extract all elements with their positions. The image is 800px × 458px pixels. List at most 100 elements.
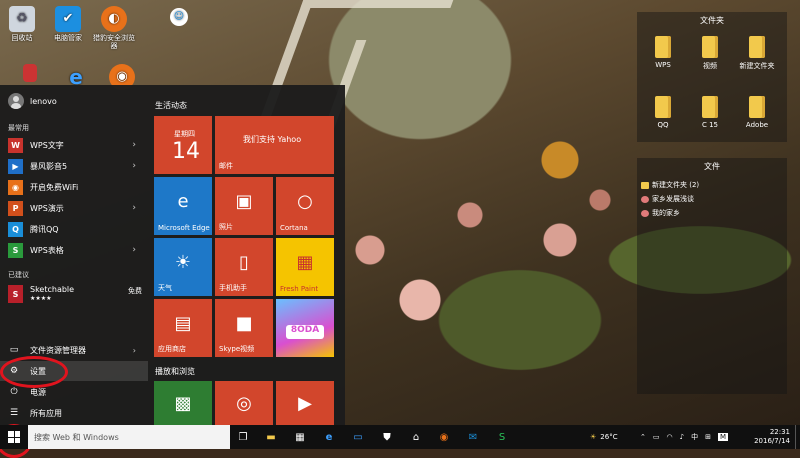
- chevron-right-icon[interactable]: ›: [132, 161, 136, 171]
- all-apps-item[interactable]: ☰ 所有应用: [0, 403, 148, 423]
- annotation-circle-settings: [0, 356, 68, 388]
- folder-video[interactable]: 视频: [690, 36, 730, 71]
- folder-icon: [655, 36, 671, 58]
- chevron-up-icon[interactable]: ⌃: [640, 433, 646, 441]
- battery-icon[interactable]: ▭: [653, 433, 660, 441]
- free-badge: 免费: [128, 287, 142, 295]
- folder-icon: [749, 96, 765, 118]
- fence-files: 文件 新建文件夹 (2) 家乡发展浅谈 我的家乡: [637, 158, 787, 394]
- weather-tray[interactable]: ☀ 26°C: [590, 425, 618, 449]
- tile-movies[interactable]: ▶: [276, 381, 334, 425]
- task-view-icon[interactable]: ❐: [233, 427, 253, 447]
- chevron-right-icon[interactable]: ›: [132, 140, 136, 150]
- folder-icon: [749, 36, 765, 58]
- tile-phone-assistant[interactable]: ▯ 手机助手: [215, 238, 273, 296]
- file-item[interactable]: 家乡发展浅谈: [641, 194, 694, 204]
- chevron-right-icon[interactable]: ›: [133, 346, 136, 355]
- tile-fresh-paint[interactable]: ▦ Fresh Paint: [276, 238, 334, 296]
- paint-icon: ▦: [296, 251, 314, 273]
- cheetah-browser-icon[interactable]: ◉: [434, 427, 454, 447]
- wps-icon[interactable]: S: [492, 427, 512, 447]
- tile-photos[interactable]: ▣ 照片: [215, 177, 273, 235]
- app-wps-writer[interactable]: W WPS文字 ›: [0, 135, 148, 155]
- keyboard-icon[interactable]: ⊞: [705, 433, 711, 441]
- folder-qq[interactable]: QQ: [643, 96, 683, 129]
- windows-logo-icon: [8, 431, 20, 443]
- tile-store[interactable]: ▤ 应用商店: [154, 299, 212, 357]
- power-icon: ⏻: [10, 387, 18, 397]
- tile-cortana[interactable]: ○ Cortana: [276, 177, 334, 235]
- tile-mail[interactable]: 我们支持 Yahoo 邮件: [215, 116, 334, 174]
- chevron-right-icon[interactable]: ›: [132, 203, 136, 213]
- chevron-right-icon[interactable]: ›: [132, 245, 136, 255]
- fence-folders: 文件夹 WPS 视频 新建文件夹 QQ C 15 Adobe: [637, 12, 787, 142]
- ime-indicator[interactable]: 中: [691, 432, 698, 442]
- store-icon: ▤: [174, 312, 192, 334]
- user-account[interactable]: lenovo: [8, 93, 57, 109]
- show-desktop-button[interactable]: [795, 425, 800, 449]
- baofeng-icon: ▶: [8, 158, 23, 174]
- tile-minecraft[interactable]: ▩: [154, 381, 212, 425]
- desktop-icon-cheetah-browser[interactable]: ◐ 猎豹安全浏览器: [92, 6, 136, 50]
- wifi-icon: ◉: [8, 179, 23, 195]
- suggested-header: 已建议: [8, 271, 29, 279]
- app-free-wifi[interactable]: ◉ 开启免费WiFi: [0, 177, 148, 197]
- file-item[interactable]: 新建文件夹 (2): [641, 180, 699, 190]
- folder-adobe[interactable]: Adobe: [737, 96, 777, 129]
- cheetah-browser-icon: ◐: [101, 6, 127, 32]
- avatar: [8, 93, 24, 109]
- app-wps-spreadsheet[interactable]: S WPS表格 ›: [0, 240, 148, 260]
- list-icon: ☰: [9, 408, 19, 418]
- edge-icon[interactable]: e: [319, 427, 339, 447]
- rating: ★★★★: [30, 295, 52, 302]
- wps-writer-icon: W: [8, 137, 23, 153]
- shield-icon: ✔: [55, 6, 81, 32]
- folder-icon: [641, 181, 649, 189]
- clock[interactable]: 22:31 2016/7/14: [754, 428, 790, 446]
- desktop-icon-mascot[interactable]: ☺: [166, 8, 192, 28]
- home-icon[interactable]: ⌂: [406, 427, 426, 447]
- document-icon: [641, 195, 649, 203]
- desktop-icon-pc-manager[interactable]: ✔ 电脑管家: [46, 6, 90, 42]
- shield-icon[interactable]: ⛊: [377, 427, 397, 447]
- mail-icon[interactable]: ✉: [463, 427, 483, 447]
- file-item[interactable]: 我的家乡: [641, 208, 680, 218]
- folder-icon: [655, 96, 671, 118]
- folder-new[interactable]: 新建文件夹: [737, 36, 777, 71]
- photo-icon: ▣: [235, 190, 253, 212]
- desktop-icon-unknown[interactable]: [8, 64, 52, 84]
- tile-calendar[interactable]: 星期四 14: [154, 116, 212, 174]
- app-baofeng[interactable]: ▶ 暴风影音5 ›: [0, 156, 148, 176]
- store-icon[interactable]: ▦: [290, 427, 310, 447]
- folder-c15[interactable]: C 15: [690, 96, 730, 129]
- phone-icon: ▯: [239, 251, 249, 273]
- recycle-bin-icon: ♻: [9, 6, 35, 32]
- volume-icon[interactable]: ♪: [680, 433, 684, 441]
- start-button[interactable]: [0, 425, 28, 449]
- app-wps-presentation[interactable]: P WPS演示 ›: [0, 198, 148, 218]
- app-sketchable[interactable]: S Sketchable ★★★★ 免费: [0, 282, 148, 306]
- most-used-header: 最常用: [8, 124, 29, 132]
- tile-groove[interactable]: ◎: [215, 381, 273, 425]
- file-explorer-icon[interactable]: ▬: [261, 427, 281, 447]
- tile-skype-video[interactable]: ■ Skype视频: [215, 299, 273, 357]
- mascot-icon: ☺: [170, 8, 188, 26]
- app-qq[interactable]: Q 腾讯QQ: [0, 219, 148, 239]
- group-header-life: 生活动态: [155, 101, 187, 110]
- wifi-icon[interactable]: ◠: [667, 433, 673, 441]
- document-icon: [641, 209, 649, 217]
- tile-candy-crush[interactable]: 8ODA: [276, 299, 334, 357]
- folder-wps[interactable]: WPS: [643, 36, 683, 69]
- sketchable-icon: S: [8, 285, 23, 303]
- game-icon: ▩: [174, 392, 192, 414]
- sun-icon: ☀: [174, 251, 192, 273]
- folder-icon: ▭: [9, 345, 19, 355]
- wps-presentation-icon: P: [8, 200, 23, 216]
- search-box[interactable]: 搜索 Web 和 Windows: [28, 425, 230, 449]
- folder-icon: [702, 96, 718, 118]
- monitor-icon[interactable]: ▭: [348, 427, 368, 447]
- tile-weather[interactable]: ☀ 天气: [154, 238, 212, 296]
- ime-mode-indicator[interactable]: M: [717, 433, 728, 441]
- tile-edge[interactable]: e Microsoft Edge: [154, 177, 212, 235]
- desktop-icon-recycle-bin[interactable]: ♻ 回收站: [0, 6, 44, 42]
